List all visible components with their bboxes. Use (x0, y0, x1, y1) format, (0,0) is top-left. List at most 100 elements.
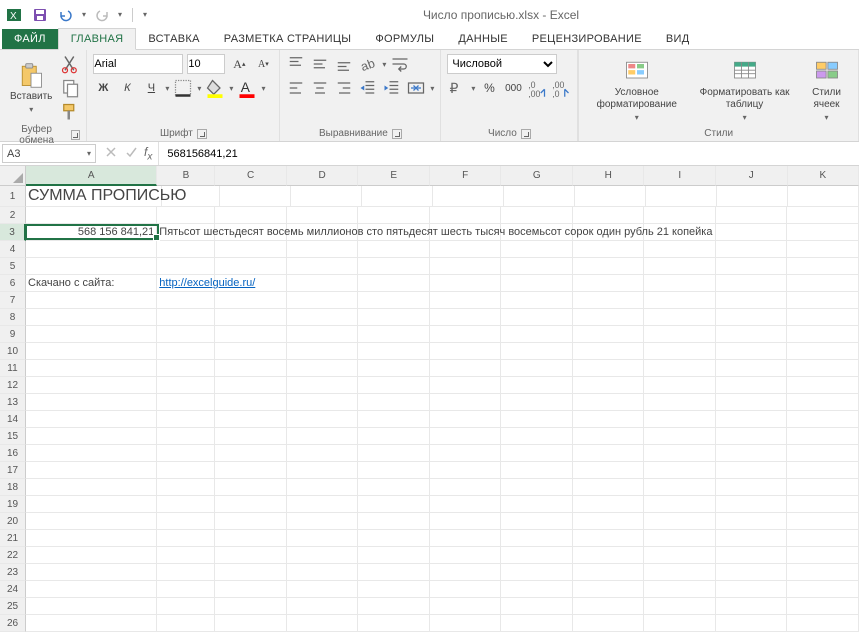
cell-G21[interactable] (501, 530, 573, 547)
cell-F10[interactable] (430, 343, 502, 360)
cell-C9[interactable] (215, 326, 287, 343)
row-header-9[interactable]: 9 (0, 326, 26, 343)
wrap-text-icon[interactable] (390, 54, 410, 74)
cell-I14[interactable] (644, 411, 716, 428)
col-header-A[interactable]: A (26, 166, 157, 186)
cell-K17[interactable] (787, 462, 859, 479)
cell-C8[interactable] (215, 309, 287, 326)
cell-I26[interactable] (644, 615, 716, 632)
enter-icon[interactable] (124, 145, 138, 162)
cell-F1[interactable] (433, 186, 504, 207)
number-format-combo[interactable]: Числовой (447, 54, 557, 74)
cell-F23[interactable] (430, 564, 502, 581)
cell-I1[interactable] (646, 186, 717, 207)
cell-E5[interactable] (358, 258, 430, 275)
cell-G7[interactable] (501, 292, 573, 309)
cell-H1[interactable] (575, 186, 646, 207)
cell-F19[interactable] (430, 496, 502, 513)
cell-A20[interactable] (26, 513, 157, 530)
cell-I5[interactable] (644, 258, 716, 275)
cell-J26[interactable] (716, 615, 788, 632)
cell-A13[interactable] (26, 394, 157, 411)
cell-C20[interactable] (215, 513, 287, 530)
cell-A5[interactable] (26, 258, 157, 275)
cell-A12[interactable] (26, 377, 157, 394)
row-header-10[interactable]: 10 (0, 343, 26, 360)
cell-C17[interactable] (215, 462, 287, 479)
cell-H5[interactable] (573, 258, 645, 275)
cell-E26[interactable] (358, 615, 430, 632)
align-bottom-icon[interactable] (334, 54, 354, 74)
cell-E23[interactable] (358, 564, 430, 581)
cell-E2[interactable] (358, 207, 430, 224)
cell-F21[interactable] (430, 530, 502, 547)
cell-D23[interactable] (287, 564, 359, 581)
row-header-13[interactable]: 13 (0, 394, 26, 411)
cell-J23[interactable] (716, 564, 788, 581)
cell-C4[interactable] (215, 241, 287, 258)
cell-I22[interactable] (644, 547, 716, 564)
col-header-E[interactable]: E (358, 166, 430, 186)
cell-A11[interactable] (26, 360, 157, 377)
copy-icon[interactable] (60, 78, 80, 98)
cell-D2[interactable] (287, 207, 359, 224)
cell-D20[interactable] (287, 513, 359, 530)
cell-E1[interactable] (362, 186, 433, 207)
cell-K10[interactable] (787, 343, 859, 360)
cell-I13[interactable] (644, 394, 716, 411)
cell-B22[interactable] (157, 547, 215, 564)
cell-F7[interactable] (430, 292, 502, 309)
cell-J19[interactable] (716, 496, 788, 513)
tab-insert[interactable]: ВСТАВКА (136, 29, 211, 49)
row-header-8[interactable]: 8 (0, 309, 26, 326)
cell-B4[interactable] (157, 241, 215, 258)
cell-G9[interactable] (501, 326, 573, 343)
cell-F12[interactable] (430, 377, 502, 394)
cell-styles-button[interactable]: Стили ячеек▾ (801, 55, 852, 125)
cell-I25[interactable] (644, 598, 716, 615)
cell-F8[interactable] (430, 309, 502, 326)
cell-B16[interactable] (157, 445, 215, 462)
cell-A8[interactable] (26, 309, 157, 326)
cell-F4[interactable] (430, 241, 502, 258)
cell-I8[interactable] (644, 309, 716, 326)
cell-I11[interactable] (644, 360, 716, 377)
cell-J8[interactable] (716, 309, 788, 326)
row-header-5[interactable]: 5 (0, 258, 26, 275)
cell-G2[interactable] (501, 207, 573, 224)
redo-dropdown[interactable]: ▾ (118, 10, 122, 19)
cell-J6[interactable] (716, 275, 788, 292)
cell-B19[interactable] (157, 496, 215, 513)
row-header-26[interactable]: 26 (0, 615, 26, 632)
cell-H20[interactable] (573, 513, 645, 530)
cell-H24[interactable] (573, 581, 645, 598)
percent-icon[interactable]: % (479, 78, 499, 98)
cell-F18[interactable] (430, 479, 502, 496)
cell-C7[interactable] (215, 292, 287, 309)
conditional-formatting-button[interactable]: Условное форматирование▾ (585, 55, 688, 125)
cell-C14[interactable] (215, 411, 287, 428)
row-header-4[interactable]: 4 (0, 241, 26, 258)
cell-H8[interactable] (573, 309, 645, 326)
cell-I21[interactable] (644, 530, 716, 547)
row-header-15[interactable]: 15 (0, 428, 26, 445)
cell-F6[interactable] (430, 275, 502, 292)
increase-decimal-icon[interactable]: ,0,00 (527, 78, 547, 98)
row-header-25[interactable]: 25 (0, 598, 26, 615)
cell-K19[interactable] (787, 496, 859, 513)
cell-D11[interactable] (287, 360, 359, 377)
cancel-icon[interactable] (104, 145, 118, 162)
cell-J25[interactable] (716, 598, 788, 615)
cell-J22[interactable] (716, 547, 788, 564)
cell-G20[interactable] (501, 513, 573, 530)
font-name-combo[interactable] (93, 54, 183, 74)
underline-icon[interactable]: Ч (141, 78, 161, 98)
cell-C19[interactable] (215, 496, 287, 513)
cell-A25[interactable] (26, 598, 157, 615)
cell-D13[interactable] (287, 394, 359, 411)
undo-icon[interactable] (56, 5, 76, 25)
cell-D16[interactable] (287, 445, 359, 462)
cell-D25[interactable] (287, 598, 359, 615)
cell-I4[interactable] (644, 241, 716, 258)
cell-G11[interactable] (501, 360, 573, 377)
